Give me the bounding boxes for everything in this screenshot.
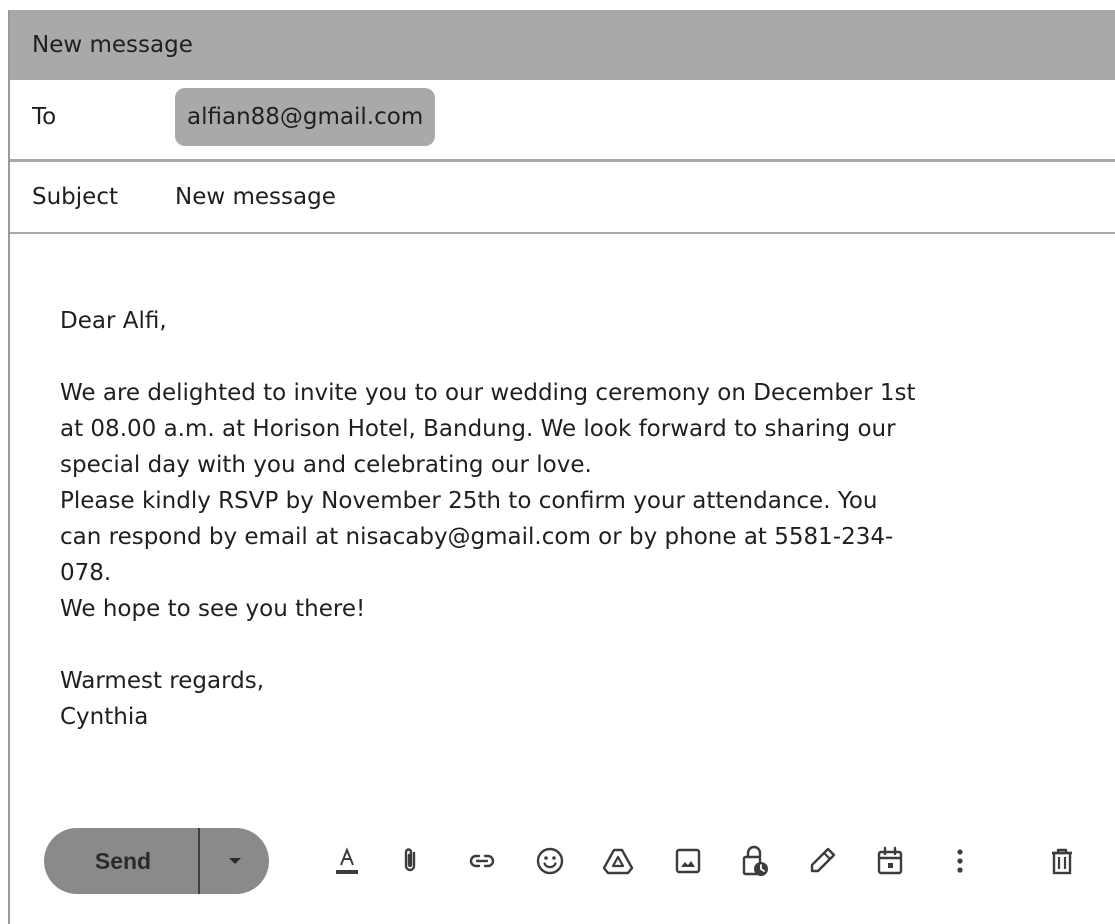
recipient-chip[interactable]: alfian88@gmail.com <box>175 88 436 146</box>
compose-toolbar: Send <box>10 818 1115 898</box>
body-line: at 08.00 a.m. at Horison Hotel, Bandung.… <box>60 416 896 442</box>
emoji-icon[interactable] <box>534 845 566 877</box>
compose-title: New message <box>32 32 193 58</box>
text-format-icon[interactable] <box>331 845 363 877</box>
body-signature: Cynthia <box>60 704 149 730</box>
body-line: 078. <box>60 560 112 586</box>
signature-icon[interactable] <box>806 845 838 877</box>
image-icon[interactable] <box>672 845 704 877</box>
to-row[interactable]: To alfian88@gmail.com <box>10 80 1115 162</box>
compose-title-bar[interactable]: New message <box>10 10 1115 80</box>
send-options-button[interactable] <box>200 828 269 894</box>
body-line: We hope to see you there! <box>60 596 366 622</box>
delete-icon[interactable] <box>1046 845 1078 877</box>
body-greeting: Dear Alfi, <box>60 308 167 334</box>
body-line: We are delighted to invite you to our we… <box>60 380 916 406</box>
subject-row[interactable]: Subject New message <box>10 162 1115 234</box>
more-options-icon[interactable] <box>944 845 976 877</box>
body-line: special day with you and celebrating our… <box>60 452 592 478</box>
send-button[interactable]: Send <box>44 828 198 894</box>
to-label: To <box>32 104 57 130</box>
send-button-group: Send <box>44 828 269 894</box>
subject-input[interactable]: New message <box>175 184 336 210</box>
confidential-icon[interactable] <box>738 845 770 877</box>
link-icon[interactable] <box>466 845 498 877</box>
body-closing: Warmest regards, <box>60 668 265 694</box>
caret-down-icon <box>228 858 241 864</box>
body-line: can respond by email at nisacaby@gmail.c… <box>60 524 894 550</box>
subject-label: Subject <box>32 184 118 210</box>
drive-icon[interactable] <box>602 845 634 877</box>
body-line: Please kindly RSVP by November 25th to c… <box>60 488 878 514</box>
message-body[interactable]: Dear Alfi, We are delighted to invite yo… <box>60 303 1090 735</box>
compose-window: New message To alfian88@gmail.com Subjec… <box>8 10 1115 924</box>
attach-icon[interactable] <box>394 845 426 877</box>
schedule-icon[interactable] <box>874 845 906 877</box>
